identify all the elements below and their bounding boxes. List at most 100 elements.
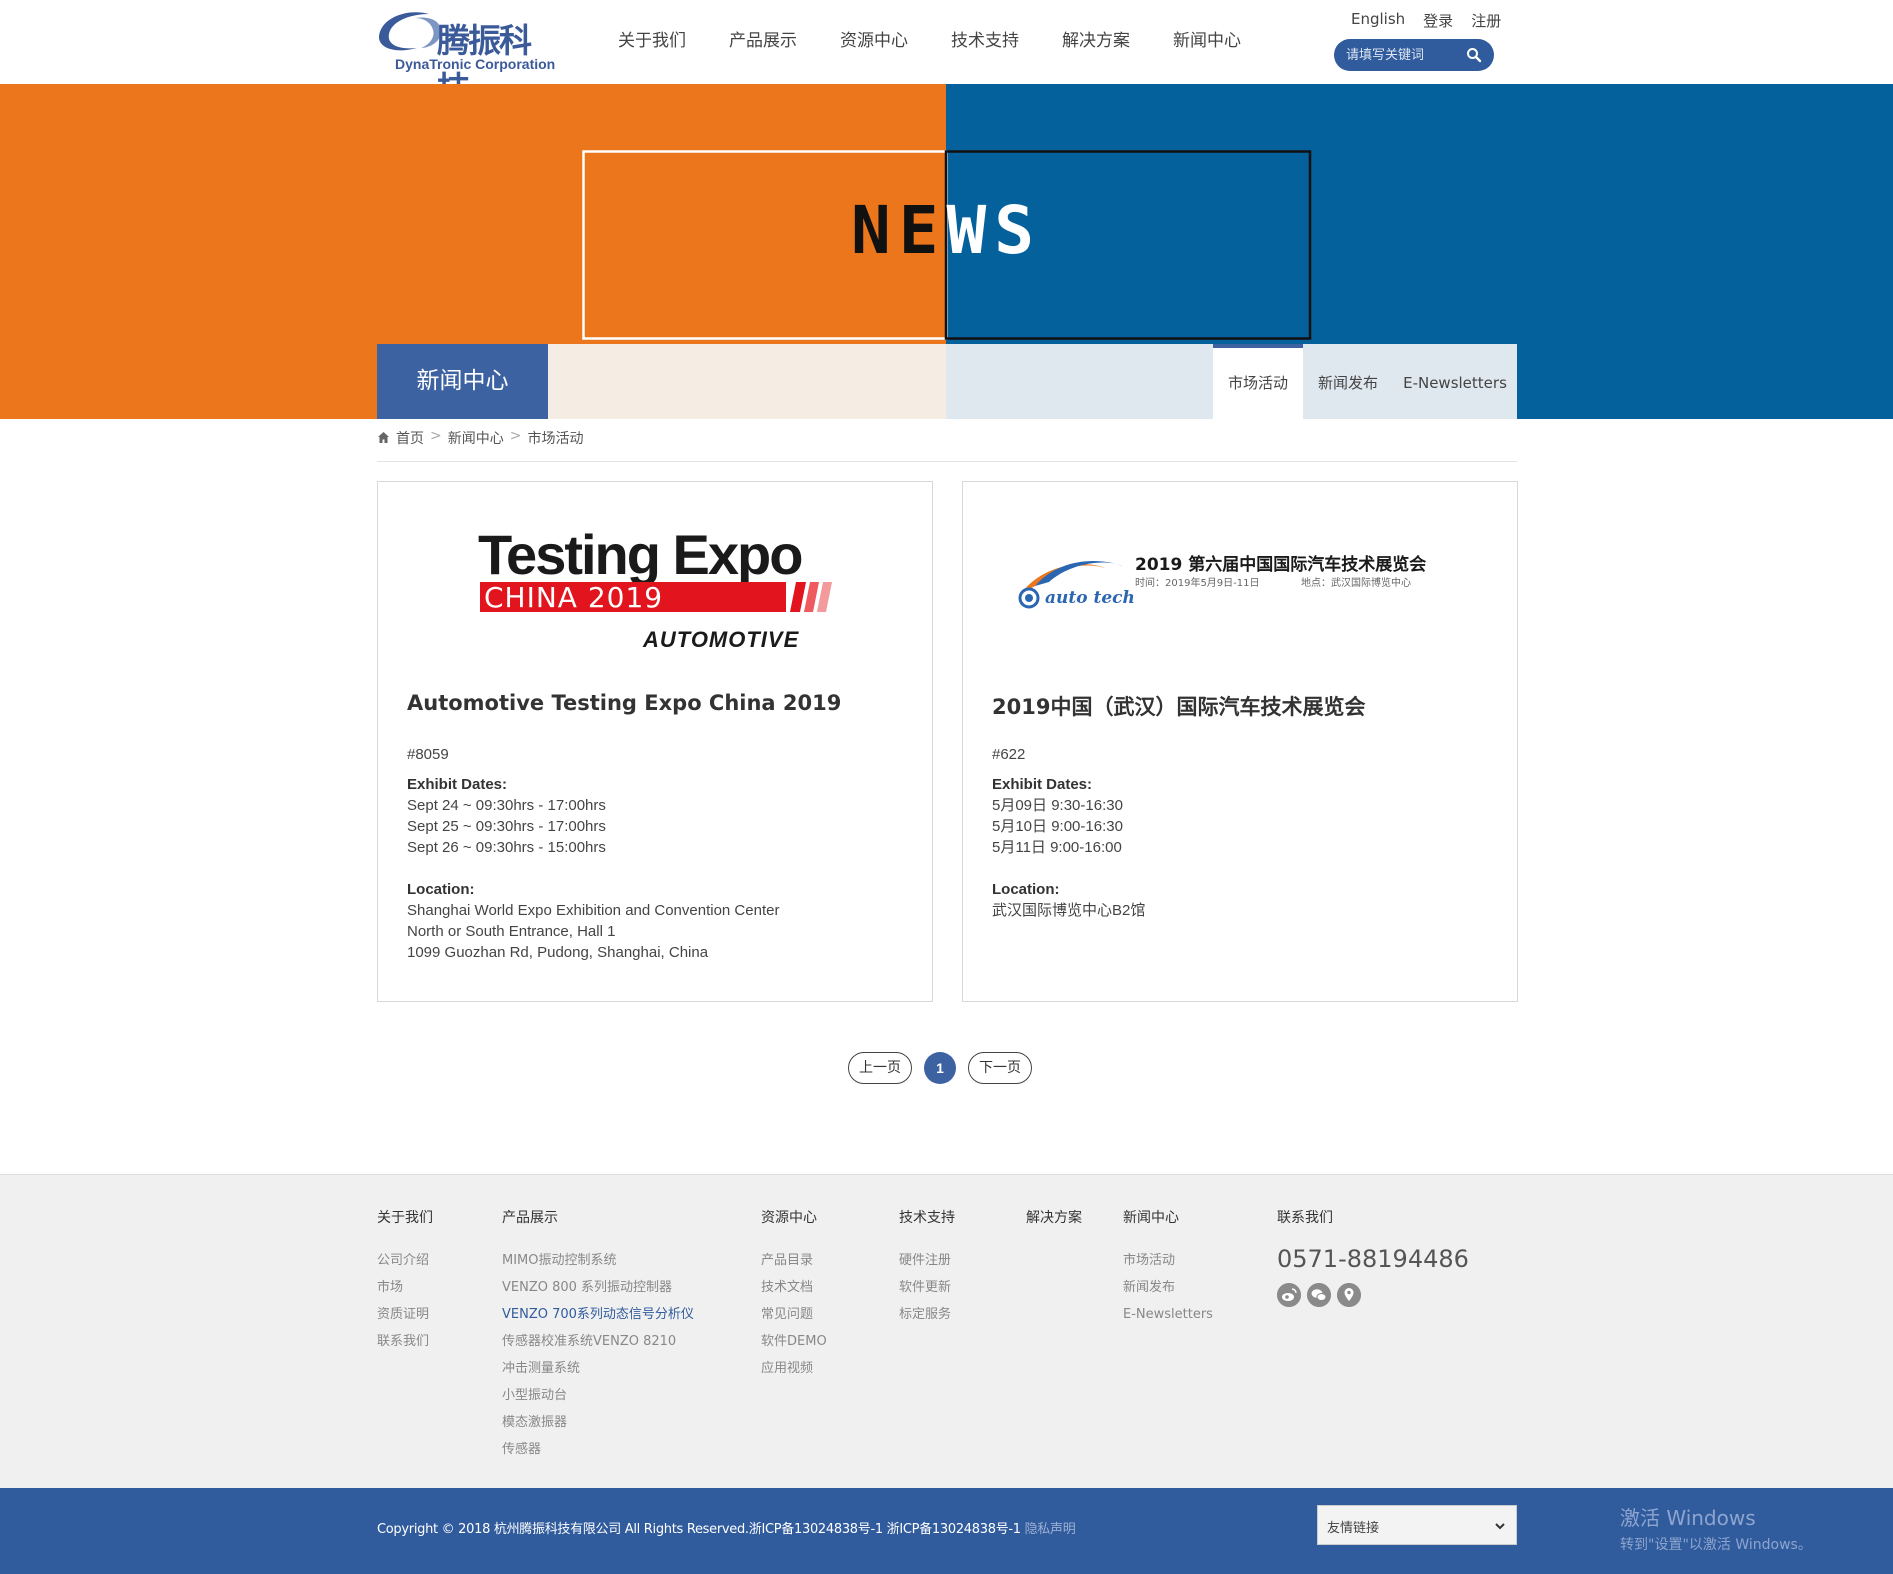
section-title: 新闻中心 bbox=[377, 344, 548, 419]
friend-links-select[interactable]: 友情链接 bbox=[1317, 1505, 1517, 1545]
footer-link[interactable]: 应用视频 bbox=[761, 1355, 827, 1382]
nav-news[interactable]: 新闻中心 bbox=[1155, 28, 1266, 58]
footer-heading[interactable]: 新闻中心 bbox=[1123, 1207, 1213, 1227]
footer-col-about: 关于我们 公司介绍 市场 资质证明 联系我们 bbox=[377, 1207, 433, 1355]
date-line: Sept 26 ~ 09:30hrs - 15:00hrs bbox=[407, 839, 606, 856]
location-line: Shanghai World Expo Exhibition and Conve… bbox=[407, 902, 780, 919]
search-input[interactable] bbox=[1346, 45, 1464, 65]
nav-resources[interactable]: 资源中心 bbox=[822, 28, 933, 58]
testing-expo-logo: Testing Expo CHINA 2019 AUTOMOTIVE bbox=[478, 523, 832, 652]
pagination: 上一页 1 下一页 bbox=[848, 1052, 1032, 1084]
watermark-line1: 激活 Windows bbox=[1620, 1506, 1756, 1530]
footer-link[interactable]: E-Newsletters bbox=[1123, 1301, 1213, 1328]
event-card[interactable]: Testing Expo CHINA 2019 AUTOMOTIVE Autom… bbox=[377, 481, 933, 1002]
footer-link-highlighted[interactable]: VENZO 700系列动态信号分析仪 bbox=[502, 1301, 694, 1328]
page-1-button[interactable]: 1 bbox=[924, 1052, 956, 1084]
news-banner: NEWS 新闻中心 市场活动 新闻发布 E-Newsletters bbox=[0, 84, 1893, 419]
main-nav: 关于我们 产品展示 资源中心 技术支持 解决方案 新闻中心 bbox=[600, 28, 1266, 58]
footer-link[interactable]: 技术文档 bbox=[761, 1274, 827, 1301]
prev-page-button[interactable]: 上一页 bbox=[848, 1052, 912, 1084]
event-details: #8059 Exhibit Dates: Sept 24 ~ 09:30hrs … bbox=[407, 744, 779, 963]
location-icon[interactable] bbox=[1337, 1283, 1361, 1307]
autotech-brand-text: auto tech bbox=[1045, 588, 1135, 608]
footer-heading[interactable]: 产品展示 bbox=[502, 1207, 694, 1227]
nav-about[interactable]: 关于我们 bbox=[600, 28, 711, 58]
location-line: 武汉国际博览中心B2馆 bbox=[992, 902, 1146, 919]
english-link[interactable]: English bbox=[1351, 10, 1405, 31]
search-box bbox=[1334, 39, 1494, 71]
copyright-text: Copyright © 2018 杭州腾振科技有限公司 All Rights R… bbox=[377, 1522, 1021, 1537]
privacy-link[interactable]: 隐私声明 bbox=[1025, 1522, 1076, 1537]
date-line: 5月09日 9:30-16:30 bbox=[992, 797, 1123, 814]
footer-link[interactable]: 标定服务 bbox=[899, 1301, 955, 1328]
weibo-icon[interactable] bbox=[1277, 1283, 1301, 1307]
dates-label: Exhibit Dates: bbox=[992, 776, 1093, 793]
footer-link[interactable]: 模态激振器 bbox=[502, 1409, 694, 1436]
banner-title: NEWS bbox=[0, 192, 1893, 269]
footer-link[interactable]: 产品目录 bbox=[761, 1247, 827, 1274]
event-title[interactable]: 2019中国（武汉）国际汽车技术展览会 bbox=[992, 691, 1365, 721]
contact-phone: 0571-88194486 bbox=[1277, 1245, 1469, 1273]
section-tabs: 市场活动 新闻发布 E-Newsletters bbox=[1213, 344, 1517, 419]
subbar-right-fill bbox=[946, 344, 1213, 419]
date-line: Sept 24 ~ 09:30hrs - 17:00hrs bbox=[407, 797, 606, 814]
next-page-button[interactable]: 下一页 bbox=[968, 1052, 1032, 1084]
windows-activation-watermark: 激活 Windows 转到"设置"以激活 Windows。 bbox=[1620, 1502, 1812, 1554]
footer-col-contact: 联系我们 0571-88194486 bbox=[1277, 1207, 1469, 1307]
footer-link[interactable]: VENZO 800 系列振动控制器 bbox=[502, 1274, 694, 1301]
auto-tech-logo: auto tech 2019 第六届中国国际汽车技术展览会 时间：2019年5月… bbox=[1018, 554, 1426, 609]
footer-link[interactable]: 冲击测量系统 bbox=[502, 1355, 694, 1382]
footer-link[interactable]: 新闻发布 bbox=[1123, 1274, 1213, 1301]
tab-e-newsletters[interactable]: E-Newsletters bbox=[1393, 344, 1517, 419]
autotech-headline: 2019 第六届中国国际汽车技术展览会 bbox=[1135, 554, 1426, 575]
footer-link[interactable]: 公司介绍 bbox=[377, 1247, 433, 1274]
footer-heading[interactable]: 关于我们 bbox=[377, 1207, 433, 1227]
footer-link[interactable]: 市场活动 bbox=[1123, 1247, 1213, 1274]
footer-link[interactable]: 硬件注册 bbox=[899, 1247, 955, 1274]
friend-links-label: 友情链接 bbox=[1327, 1521, 1380, 1536]
location-line: North or South Entrance, Hall 1 bbox=[407, 923, 616, 940]
autotech-time: 时间：2019年5月9日-11日 bbox=[1135, 576, 1260, 589]
nav-solutions[interactable]: 解决方案 bbox=[1044, 28, 1155, 58]
footer-link[interactable]: 资质证明 bbox=[377, 1301, 433, 1328]
register-link[interactable]: 注册 bbox=[1471, 10, 1501, 31]
date-line: 5月11日 9:00-16:00 bbox=[992, 839, 1122, 856]
footer-link[interactable]: 市场 bbox=[377, 1274, 433, 1301]
footer-col-news: 新闻中心 市场活动 新闻发布 E-Newsletters bbox=[1123, 1207, 1213, 1328]
booth-number: #622 bbox=[992, 746, 1026, 763]
breadcrumb: 首页 > 新闻中心 > 市场活动 bbox=[377, 428, 1517, 462]
search-icon[interactable] bbox=[1466, 47, 1482, 63]
breadcrumb-separator: > bbox=[509, 428, 522, 444]
footer-link[interactable]: MIMO振动控制系统 bbox=[502, 1247, 694, 1274]
footer-link[interactable]: 传感器校准系统VENZO 8210 bbox=[502, 1328, 694, 1355]
tab-press-release[interactable]: 新闻发布 bbox=[1303, 344, 1393, 419]
wechat-icon[interactable] bbox=[1307, 1283, 1331, 1307]
footer-heading[interactable]: 解决方案 bbox=[1026, 1207, 1082, 1227]
breadcrumb-news[interactable]: 新闻中心 bbox=[448, 428, 504, 448]
footer-link[interactable]: 小型振动台 bbox=[502, 1382, 694, 1409]
footer-link[interactable]: 常见问题 bbox=[761, 1301, 827, 1328]
footer-heading[interactable]: 联系我们 bbox=[1277, 1207, 1469, 1227]
booth-number: #8059 bbox=[407, 746, 449, 763]
nav-support[interactable]: 技术支持 bbox=[933, 28, 1044, 58]
footer-heading[interactable]: 技术支持 bbox=[899, 1207, 955, 1227]
breadcrumb-current[interactable]: 市场活动 bbox=[527, 428, 583, 448]
event-title[interactable]: Automotive Testing Expo China 2019 bbox=[407, 691, 841, 715]
breadcrumb-home[interactable]: 首页 bbox=[396, 428, 424, 448]
date-line: Sept 25 ~ 09:30hrs - 17:00hrs bbox=[407, 818, 606, 835]
watermark-line2: 转到"设置"以激活 Windows。 bbox=[1620, 1537, 1812, 1553]
logo-text-line3: AUTOMOTIVE bbox=[642, 627, 800, 652]
login-link[interactable]: 登录 bbox=[1423, 10, 1453, 31]
footer-link[interactable]: 软件DEMO bbox=[761, 1328, 827, 1355]
nav-products[interactable]: 产品展示 bbox=[711, 28, 822, 58]
footer-heading[interactable]: 资源中心 bbox=[761, 1207, 827, 1227]
footer-link[interactable]: 传感器 bbox=[502, 1436, 694, 1463]
social-icons bbox=[1277, 1283, 1469, 1307]
company-logo[interactable]: 腾振科技 DynaTronic Corporation bbox=[377, 8, 555, 108]
footer-link[interactable]: 软件更新 bbox=[899, 1274, 955, 1301]
footer-link[interactable]: 联系我们 bbox=[377, 1328, 433, 1355]
event-card[interactable]: auto tech 2019 第六届中国国际汽车技术展览会 时间：2019年5月… bbox=[962, 481, 1518, 1002]
logo-text-line1: Testing Expo bbox=[478, 523, 802, 586]
tab-market-events[interactable]: 市场活动 bbox=[1213, 344, 1303, 419]
footer-col-resources: 资源中心 产品目录 技术文档 常见问题 软件DEMO 应用视频 bbox=[761, 1207, 827, 1382]
